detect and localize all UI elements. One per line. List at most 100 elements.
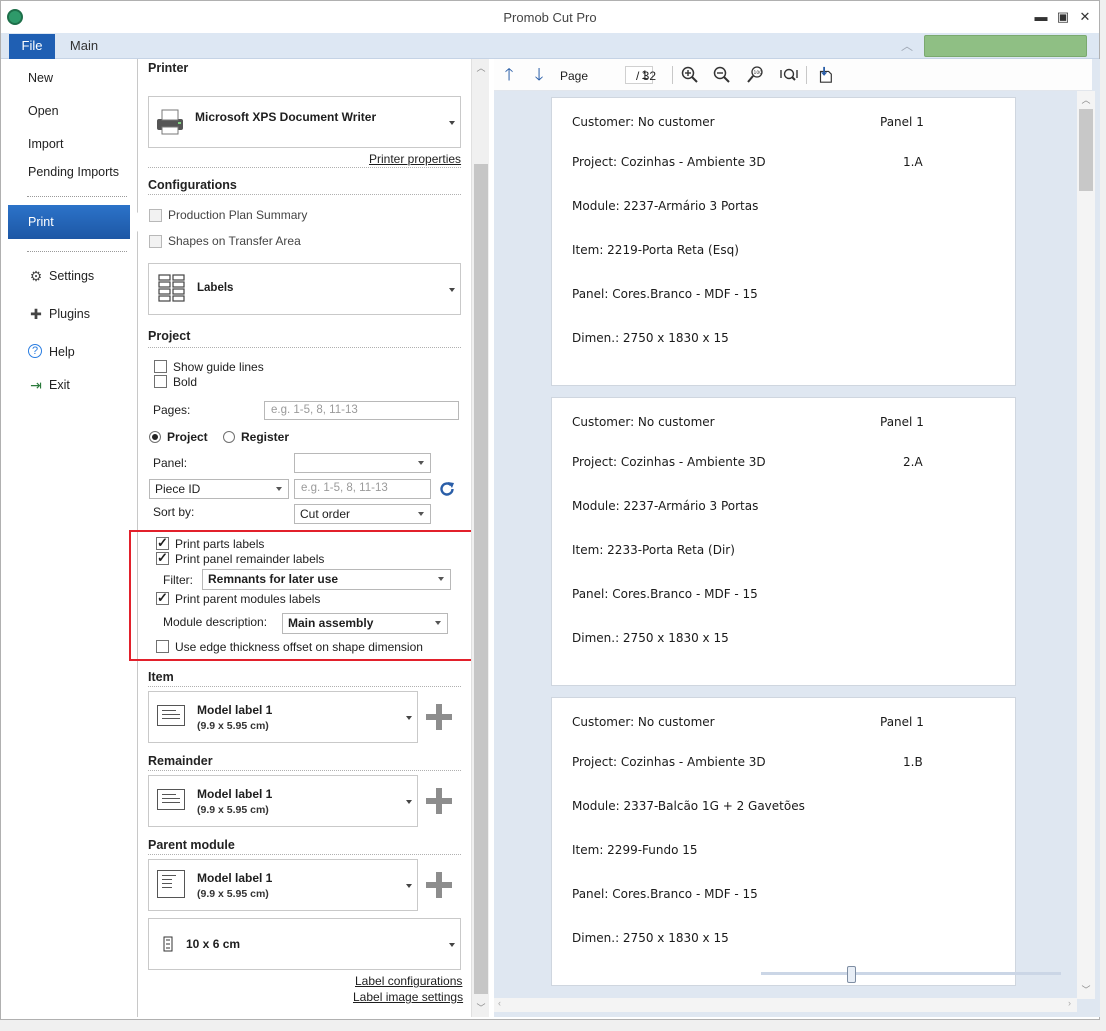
arrow-up-icon[interactable]: 🡑 xyxy=(499,66,519,84)
nav-new[interactable]: New xyxy=(1,65,138,91)
chevron-down-icon xyxy=(449,288,455,292)
scroll-down-icon[interactable]: ﹀ xyxy=(472,1001,490,1014)
label-line-project: Project: Cozinhas - Ambiente 3D xyxy=(572,755,766,769)
parent-module-model-size: (9.9 x 5.95 cm) xyxy=(197,888,269,900)
plus-icon[interactable] xyxy=(425,787,453,815)
sort-by-value: Cut order xyxy=(300,507,351,521)
preview-label-page: Customer: No customer Project: Cozinhas -… xyxy=(551,97,1016,386)
label-line-panel-material: Panel: Cores.Branco - MDF - 15 xyxy=(572,887,758,901)
label-line-project: Project: Cozinhas - Ambiente 3D xyxy=(572,455,766,469)
scroll-up-icon[interactable]: ︿ xyxy=(1077,93,1095,106)
label-configurations-link[interactable]: Label configurations xyxy=(355,974,462,988)
configurations-heading: Configurations xyxy=(148,178,237,192)
nav-plugins-label: Plugins xyxy=(49,307,90,321)
scrollbar-thumb[interactable] xyxy=(1079,109,1093,191)
zoom-slider-track[interactable] xyxy=(761,972,1061,975)
label-piece-code: 1.B xyxy=(903,755,923,769)
label-line-module: Module: 2237-Armário 3 Portas xyxy=(572,499,759,513)
item-model-size: (9.9 x 5.95 cm) xyxy=(197,720,269,732)
nav-pending-imports[interactable]: Pending Imports xyxy=(1,159,138,185)
nav-divider xyxy=(27,196,127,197)
nav-exit-label: Exit xyxy=(49,378,70,392)
nav-print[interactable]: Print xyxy=(8,205,130,239)
parent-module-label-model-select[interactable]: Model label 1 (9.9 x 5.95 cm) xyxy=(148,859,418,911)
item-heading: Item xyxy=(148,670,174,684)
report-type-value: Labels xyxy=(197,282,234,294)
close-icon[interactable]: ✕ xyxy=(1075,7,1095,27)
refresh-icon[interactable] xyxy=(438,480,456,498)
zoom-slider-thumb[interactable] xyxy=(846,966,856,983)
register-radio[interactable] xyxy=(223,431,235,443)
register-radio-label: Register xyxy=(241,430,290,444)
printer-properties-link[interactable]: Printer properties xyxy=(369,152,461,166)
chevron-down-icon xyxy=(406,800,412,804)
sort-by-select[interactable]: Cut order xyxy=(294,504,431,524)
label-line-customer: Customer: No customer xyxy=(572,415,715,429)
backstage-nav: New Open Import Pending Imports Print ⚙ … xyxy=(1,59,138,1017)
item-label-model-select[interactable]: Model label 1 (9.9 x 5.95 cm) xyxy=(148,691,418,743)
piece-field-select[interactable]: Piece ID xyxy=(149,479,289,499)
nav-settings-label: Settings xyxy=(49,269,95,283)
nav-import[interactable]: Import xyxy=(1,131,138,157)
scroll-up-icon[interactable]: ︿ xyxy=(472,61,490,74)
preview-vertical-scrollbar[interactable]: ︿ ﹀ xyxy=(1077,91,1095,999)
collapse-ribbon-icon[interactable]: ︿ xyxy=(899,37,915,53)
zoom-fit-icon[interactable] xyxy=(779,66,799,84)
nav-plugins[interactable]: ✚ Plugins xyxy=(1,301,138,327)
panel-select[interactable] xyxy=(294,453,431,473)
nav-settings[interactable]: ⚙ Settings xyxy=(1,263,138,289)
export-icon[interactable] xyxy=(815,66,835,84)
tab-file[interactable]: File xyxy=(9,34,55,59)
remainder-label-model-select[interactable]: Model label 1 (9.9 x 5.95 cm) xyxy=(148,775,418,827)
arrow-down-icon[interactable]: 🡓 xyxy=(529,66,549,84)
scroll-left-icon[interactable]: ‹ xyxy=(498,998,501,1008)
pages-input[interactable]: e.g. 1-5, 8, 11-13 xyxy=(264,401,459,420)
piece-field-value: Piece ID xyxy=(155,482,201,496)
preview-label-page: Customer: No customer Project: Cozinhas -… xyxy=(551,397,1016,686)
project-radio[interactable] xyxy=(149,431,161,443)
chevron-down-icon xyxy=(449,943,455,947)
show-guide-lines-checkbox[interactable] xyxy=(154,360,167,373)
plus-icon[interactable] xyxy=(425,703,453,731)
exit-icon: ⇥ xyxy=(30,377,42,393)
project-radio-label: Project xyxy=(167,430,208,444)
paper-size-value: 10 x 6 cm xyxy=(186,937,241,951)
paper-size-select[interactable]: 10 x 6 cm xyxy=(148,918,461,970)
scrollbar-thumb[interactable] xyxy=(474,164,488,994)
preview-label-page: Customer: No customer Project: Cozinhas -… xyxy=(551,697,1016,986)
piece-filter-input[interactable]: e.g. 1-5, 8, 11-13 xyxy=(294,479,431,499)
shapes-transfer-checkbox[interactable] xyxy=(149,235,162,248)
nav-help[interactable]: ? Help xyxy=(1,339,138,365)
nav-exit[interactable]: ⇥ Exit xyxy=(1,372,138,398)
report-type-select[interactable]: Labels xyxy=(148,263,461,315)
chevron-down-icon xyxy=(449,121,455,125)
pages-label: Pages: xyxy=(153,403,191,417)
preview-horizontal-scrollbar[interactable]: ‹ › xyxy=(494,998,1077,1012)
maximize-icon[interactable]: ▣ xyxy=(1053,7,1073,27)
label-image-settings-link[interactable]: Label image settings xyxy=(353,990,463,1004)
item-model-name: Model label 1 xyxy=(197,703,273,717)
plus-icon[interactable] xyxy=(425,871,453,899)
preview-toolbar: 🡑 🡓 Page 1 / 32 100 xyxy=(494,59,1092,91)
app-window: Promob Cut Pro ▬ ▣ ✕ File Main ︿ New Ope… xyxy=(0,0,1100,1020)
production-plan-checkbox[interactable] xyxy=(149,209,162,222)
label-line-item: Item: 2299-Fundo 15 xyxy=(572,843,698,857)
zoom-in-icon[interactable] xyxy=(680,66,700,84)
bold-checkbox[interactable] xyxy=(154,375,167,388)
nav-divider xyxy=(27,251,127,252)
chevron-down-icon xyxy=(406,884,412,888)
label-line-customer: Customer: No customer xyxy=(572,115,715,129)
paper-icon xyxy=(163,936,173,952)
printer-name: Microsoft XPS Document Writer xyxy=(195,110,377,124)
scroll-right-icon[interactable]: › xyxy=(1068,998,1071,1008)
tab-main[interactable]: Main xyxy=(63,34,105,59)
scroll-down-icon[interactable]: ﹀ xyxy=(1077,983,1095,996)
zoom-out-icon[interactable] xyxy=(712,66,732,84)
settings-scrollbar[interactable]: ︿ ﹀ xyxy=(471,59,489,1017)
printer-select[interactable]: Microsoft XPS Document Writer xyxy=(148,96,461,148)
label-model-icon xyxy=(157,789,185,810)
toolbar-divider xyxy=(806,66,807,84)
nav-open[interactable]: Open xyxy=(1,98,138,124)
zoom-100-icon[interactable]: 100 xyxy=(746,66,766,84)
minimize-icon[interactable]: ▬ xyxy=(1031,7,1051,27)
